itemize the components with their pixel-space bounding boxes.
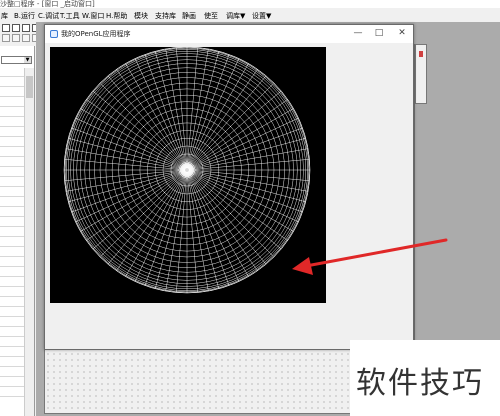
toolbar-button-1[interactable] [2, 24, 10, 32]
scrollbar-thumb[interactable] [26, 76, 33, 98]
property-row [0, 176, 24, 177]
property-row [0, 166, 24, 167]
sphere-longitude-line [99, 171, 186, 258]
menu-item-run[interactable]: B.运行 [14, 11, 35, 21]
sphere-longitude-line [80, 108, 186, 170]
chevron-down-icon[interactable]: ▼ [24, 57, 31, 63]
sphere-longitude-line [187, 54, 230, 169]
property-row [0, 306, 24, 307]
toolbar-button-5[interactable] [2, 34, 10, 42]
sphere-longitude-line [188, 108, 294, 170]
toolbar-button-2[interactable] [12, 24, 20, 32]
sphere-longitude-line [71, 127, 186, 170]
property-row [0, 266, 24, 267]
property-row [0, 276, 24, 277]
property-row [0, 386, 24, 387]
menu-item-help[interactable]: H.帮助 [106, 11, 127, 21]
sphere-pole [180, 163, 194, 177]
property-row [0, 216, 24, 217]
menu-item-settings[interactable]: 设置▼ [252, 11, 271, 21]
sphere-longitude-line [188, 82, 275, 169]
sphere-longitude-line [99, 82, 186, 169]
side-tab-marker [419, 51, 423, 57]
ide-title-bar: 沙整□程序 - [窗口 _启动窗口] [0, 0, 500, 8]
property-row [0, 346, 24, 347]
property-row [0, 136, 24, 137]
menu-bar: 库 B.运行 C.调试 T.工具 W.窗口 H.帮助 模块 支持库 静画 使至 … [0, 10, 500, 22]
property-row [0, 296, 24, 297]
property-row [0, 356, 24, 357]
menu-item-module[interactable]: 模块 [134, 11, 148, 21]
sphere-longitude-line [188, 127, 303, 170]
property-row [0, 206, 24, 207]
property-row [0, 316, 24, 317]
watermark-text: 软件技巧 [356, 366, 484, 401]
sphere-longitude-line [188, 170, 303, 213]
toolbar-button-7[interactable] [22, 34, 30, 42]
designer-side-tab[interactable] [415, 44, 427, 104]
sphere-longitude-line [187, 171, 249, 277]
sphere-longitude-line [188, 170, 294, 232]
close-button[interactable]: ✕ [392, 27, 412, 40]
property-scrollbar[interactable] [24, 68, 34, 416]
toolbar-button-3[interactable] [22, 24, 30, 32]
property-row [0, 286, 24, 287]
sphere-longitude-line [125, 63, 187, 169]
property-row [0, 196, 24, 197]
menu-item-tools[interactable]: T.工具 [60, 11, 80, 21]
property-row [0, 96, 24, 97]
property-row [0, 186, 24, 187]
menu-item-window[interactable]: W.窗口 [82, 11, 104, 21]
opengl-app-window[interactable]: 我的OPenGL应用程序 — □ ✕ [44, 24, 414, 350]
property-row [0, 236, 24, 237]
menu-item-support-library[interactable]: 支持库 [155, 11, 176, 21]
property-row [0, 256, 24, 257]
property-row [0, 226, 24, 227]
menu-item-use[interactable]: 使至 [204, 11, 218, 21]
property-row [0, 126, 24, 127]
property-row [0, 76, 24, 77]
property-row [0, 246, 24, 247]
maximize-button[interactable]: □ [369, 27, 389, 40]
sphere-longitude-line [80, 170, 186, 232]
property-row [0, 336, 24, 337]
property-row [0, 326, 24, 327]
opengl-canvas[interactable] [50, 47, 326, 303]
property-row [0, 396, 24, 397]
menu-item-static[interactable]: 静画 [182, 11, 196, 21]
minimize-button[interactable]: — [348, 27, 368, 40]
menu-item-library[interactable]: 库 [1, 11, 8, 21]
app-icon [50, 30, 58, 38]
property-row [0, 116, 24, 117]
wireframe-sphere [63, 47, 311, 294]
toolbar-button-6[interactable] [12, 34, 20, 42]
property-row [0, 146, 24, 147]
sphere-longitude-line [188, 171, 275, 258]
sphere-longitude-line [187, 63, 249, 169]
sphere-longitude-line [144, 54, 187, 169]
window-title: 我的OPenGL应用程序 [61, 30, 131, 38]
property-row [0, 156, 24, 157]
property-row [0, 106, 24, 107]
property-row [0, 366, 24, 367]
sphere-longitude-line [71, 170, 186, 213]
property-combo[interactable]: ▼ [1, 56, 32, 64]
sphere-longitude-line [125, 171, 187, 277]
window-title-bar[interactable]: 我的OPenGL应用程序 — □ ✕ [45, 25, 413, 43]
menu-item-debug[interactable]: C.调试 [38, 11, 59, 21]
sphere-longitude-line [144, 171, 187, 286]
sphere-longitude-line [187, 171, 230, 286]
property-row [0, 86, 24, 87]
property-row [0, 376, 24, 377]
property-panel: ▼ [0, 46, 35, 416]
ide-title: 沙整□程序 - [窗口 _启动窗口] [0, 0, 95, 8]
menu-item-call-library[interactable]: 调库▼ [226, 11, 245, 21]
